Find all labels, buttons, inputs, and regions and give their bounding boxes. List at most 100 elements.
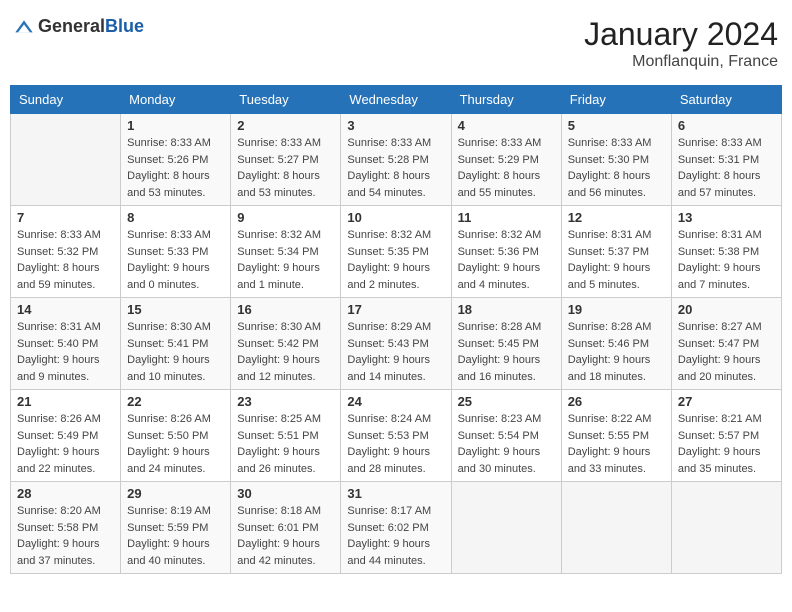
day-cell: 3 Sunrise: 8:33 AMSunset: 5:28 PMDaylight… [341,114,451,206]
day-header-row: SundayMondayTuesdayWednesdayThursdayFrid… [11,86,782,114]
column-header-monday: Monday [121,86,231,114]
day-info: Sunrise: 8:31 AMSunset: 5:37 PMDaylight:… [568,227,665,293]
day-number: 23 [237,394,334,409]
day-cell: 6Sunrise: 8:33 AMSunset: 5:31 PMDaylight… [671,114,781,206]
day-info: Sunrise: 8:33 AMSunset: 5:32 PMDaylight:… [17,227,114,293]
day-cell: 7 Sunrise: 8:33 AMSunset: 5:32 PMDaylight… [11,206,121,298]
day-info: Sunrise: 8:20 AMSunset: 5:58 PMDaylight:… [17,503,114,569]
day-cell: 31Sunrise: 8:17 AMSunset: 6:02 PMDayligh… [341,482,451,574]
day-info: Sunrise: 8:33 AMSunset: 5:28 PMDaylight:… [347,135,444,201]
day-cell: 14Sunrise: 8:31 AMSunset: 5:40 PMDayligh… [11,298,121,390]
day-cell: 22 Sunrise: 8:26 AMSunset: 5:50 PMDayligh… [121,390,231,482]
day-number: 17 [347,302,444,317]
day-cell [561,482,671,574]
day-info: Sunrise: 8:28 AMSunset: 5:45 PMDaylight:… [458,319,555,385]
day-info: Sunrise: 8:25 AMSunset: 5:51 PMDaylight:… [237,411,334,477]
day-info: Sunrise: 8:27 AMSunset: 5:47 PMDaylight:… [678,319,775,385]
day-info: Sunrise: 8:26 AMSunset: 5:50 PMDaylight:… [127,411,224,477]
day-info: Sunrise: 8:22 AMSunset: 5:55 PMDaylight:… [568,411,665,477]
column-header-friday: Friday [561,86,671,114]
column-header-tuesday: Tuesday [231,86,341,114]
day-info: Sunrise: 8:32 AMSunset: 5:36 PMDaylight:… [458,227,555,293]
day-info: Sunrise: 8:33 AMSunset: 5:26 PMDaylight:… [127,135,224,201]
month-year: January 2024 [584,16,778,53]
day-info: Sunrise: 8:18 AMSunset: 6:01 PMDaylight:… [237,503,334,569]
day-cell: 21 Sunrise: 8:26 AMSunset: 5:49 PMDayligh… [11,390,121,482]
day-number: 7 [17,210,114,225]
day-info: Sunrise: 8:19 AMSunset: 5:59 PMDaylight:… [127,503,224,569]
day-info: Sunrise: 8:28 AMSunset: 5:46 PMDaylight:… [568,319,665,385]
day-number: 2 [237,118,334,133]
day-cell: 24 Sunrise: 8:24 AMSunset: 5:53 PMDayligh… [341,390,451,482]
week-row-4: 21 Sunrise: 8:26 AMSunset: 5:49 PMDayligh… [11,390,782,482]
day-cell: 9 Sunrise: 8:32 AMSunset: 5:34 PMDaylight… [231,206,341,298]
day-number: 12 [568,210,665,225]
day-info: Sunrise: 8:32 AMSunset: 5:35 PMDaylight:… [347,227,444,293]
day-cell: 2 Sunrise: 8:33 AMSunset: 5:27 PMDaylight… [231,114,341,206]
day-cell [11,114,121,206]
day-info: Sunrise: 8:33 AMSunset: 5:27 PMDaylight:… [237,135,334,201]
day-cell: 25 Sunrise: 8:23 AMSunset: 5:54 PMDayligh… [451,390,561,482]
day-cell: 29 Sunrise: 8:19 AMSunset: 5:59 PMDayligh… [121,482,231,574]
day-cell: 17 Sunrise: 8:29 AMSunset: 5:43 PMDayligh… [341,298,451,390]
day-number: 28 [17,486,114,501]
day-number: 27 [678,394,775,409]
day-number: 24 [347,394,444,409]
day-number: 18 [458,302,555,317]
day-info: Sunrise: 8:30 AMSunset: 5:41 PMDaylight:… [127,319,224,385]
day-info: Sunrise: 8:21 AMSunset: 5:57 PMDaylight:… [678,411,775,477]
day-info: Sunrise: 8:33 AMSunset: 5:33 PMDaylight:… [127,227,224,293]
day-info: Sunrise: 8:29 AMSunset: 5:43 PMDaylight:… [347,319,444,385]
day-number: 1 [127,118,224,133]
day-cell: 1 Sunrise: 8:33 AMSunset: 5:26 PMDaylight… [121,114,231,206]
calendar-table: SundayMondayTuesdayWednesdayThursdayFrid… [10,85,782,574]
day-number: 31 [347,486,444,501]
day-cell: 30 Sunrise: 8:18 AMSunset: 6:01 PMDayligh… [231,482,341,574]
day-info: Sunrise: 8:31 AMSunset: 5:38 PMDaylight:… [678,227,775,293]
day-info: Sunrise: 8:26 AMSunset: 5:49 PMDaylight:… [17,411,114,477]
day-number: 26 [568,394,665,409]
week-row-1: 1 Sunrise: 8:33 AMSunset: 5:26 PMDaylight… [11,114,782,206]
day-cell: 26 Sunrise: 8:22 AMSunset: 5:55 PMDayligh… [561,390,671,482]
day-info: Sunrise: 8:24 AMSunset: 5:53 PMDaylight:… [347,411,444,477]
day-cell [671,482,781,574]
day-number: 16 [237,302,334,317]
day-number: 8 [127,210,224,225]
title-block: January 2024 Monflanquin, France [584,16,778,71]
day-number: 30 [237,486,334,501]
day-cell: 27 Sunrise: 8:21 AMSunset: 5:57 PMDayligh… [671,390,781,482]
day-number: 20 [678,302,775,317]
day-cell: 18 Sunrise: 8:28 AMSunset: 5:45 PMDayligh… [451,298,561,390]
day-info: Sunrise: 8:31 AMSunset: 5:40 PMDaylight:… [17,319,114,385]
logo-icon [14,17,34,37]
day-info: Sunrise: 8:33 AMSunset: 5:29 PMDaylight:… [458,135,555,201]
day-cell: 28 Sunrise: 8:20 AMSunset: 5:58 PMDayligh… [11,482,121,574]
day-cell: 12 Sunrise: 8:31 AMSunset: 5:37 PMDayligh… [561,206,671,298]
day-number: 29 [127,486,224,501]
day-info: Sunrise: 8:32 AMSunset: 5:34 PMDaylight:… [237,227,334,293]
day-info: Sunrise: 8:23 AMSunset: 5:54 PMDaylight:… [458,411,555,477]
day-info: Sunrise: 8:33 AMSunset: 5:30 PMDaylight:… [568,135,665,201]
day-number: 11 [458,210,555,225]
day-number: 9 [237,210,334,225]
day-cell: 23 Sunrise: 8:25 AMSunset: 5:51 PMDayligh… [231,390,341,482]
day-cell: 8 Sunrise: 8:33 AMSunset: 5:33 PMDaylight… [121,206,231,298]
day-cell: 15 Sunrise: 8:30 AMSunset: 5:41 PMDayligh… [121,298,231,390]
day-cell: 11 Sunrise: 8:32 AMSunset: 5:36 PMDayligh… [451,206,561,298]
day-number: 22 [127,394,224,409]
page-header: GeneralBlue January 2024 Monflanquin, Fr… [10,10,782,77]
day-number: 4 [458,118,555,133]
day-cell: 10Sunrise: 8:32 AMSunset: 5:35 PMDayligh… [341,206,451,298]
day-cell: 16Sunrise: 8:30 AMSunset: 5:42 PMDayligh… [231,298,341,390]
day-number: 15 [127,302,224,317]
day-number: 25 [458,394,555,409]
day-cell: 13Sunrise: 8:31 AMSunset: 5:38 PMDayligh… [671,206,781,298]
week-row-2: 7 Sunrise: 8:33 AMSunset: 5:32 PMDaylight… [11,206,782,298]
location: Monflanquin, France [584,53,778,71]
day-cell: 5Sunrise: 8:33 AMSunset: 5:30 PMDaylight… [561,114,671,206]
logo-blue: Blue [105,16,144,36]
column-header-sunday: Sunday [11,86,121,114]
column-header-saturday: Saturday [671,86,781,114]
day-number: 21 [17,394,114,409]
day-number: 3 [347,118,444,133]
